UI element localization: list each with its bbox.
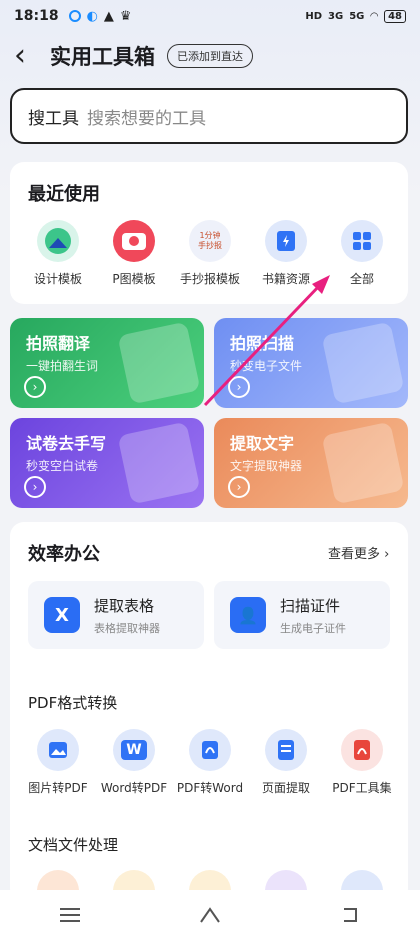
id-card-icon: 👤	[230, 597, 266, 633]
pdf-to-word-icon	[189, 729, 231, 771]
scan-id-button[interactable]: 👤 扫描证件 生成电子证件	[214, 581, 390, 649]
pdf-icon-row: 图片转PDF W Word转PDF PDF转Word 页面提取 PDF工具集	[20, 729, 400, 796]
pdf-item-toolkit[interactable]: PDF工具集	[324, 729, 400, 796]
pdf-item-word[interactable]: W Word转PDF	[96, 729, 172, 796]
efficiency-title: 效率办公	[28, 544, 100, 565]
home-icon[interactable]	[190, 900, 230, 930]
system-nav-bar	[0, 890, 420, 940]
excel-icon: X	[44, 597, 80, 633]
image-to-pdf-icon	[37, 729, 79, 771]
pdf-item-page-extract[interactable]: 页面提取	[248, 729, 324, 796]
pdf-item-image[interactable]: 图片转PDF	[20, 729, 96, 796]
docs-section-title: 文档文件处理	[28, 836, 119, 854]
extract-table-button[interactable]: X 提取表格 表格提取神器	[28, 581, 204, 649]
see-more-link[interactable]: 查看更多 ›	[328, 543, 389, 562]
pdf-toolkit-icon	[341, 729, 383, 771]
back-nav-icon[interactable]	[330, 900, 370, 930]
pdf-section-title: PDF格式转换	[28, 694, 118, 712]
page-extract-icon	[265, 729, 307, 771]
pdf-item-pdf-to-word[interactable]: PDF转Word	[172, 729, 248, 796]
menu-icon[interactable]	[50, 900, 90, 930]
word-to-pdf-icon: W	[113, 729, 155, 771]
